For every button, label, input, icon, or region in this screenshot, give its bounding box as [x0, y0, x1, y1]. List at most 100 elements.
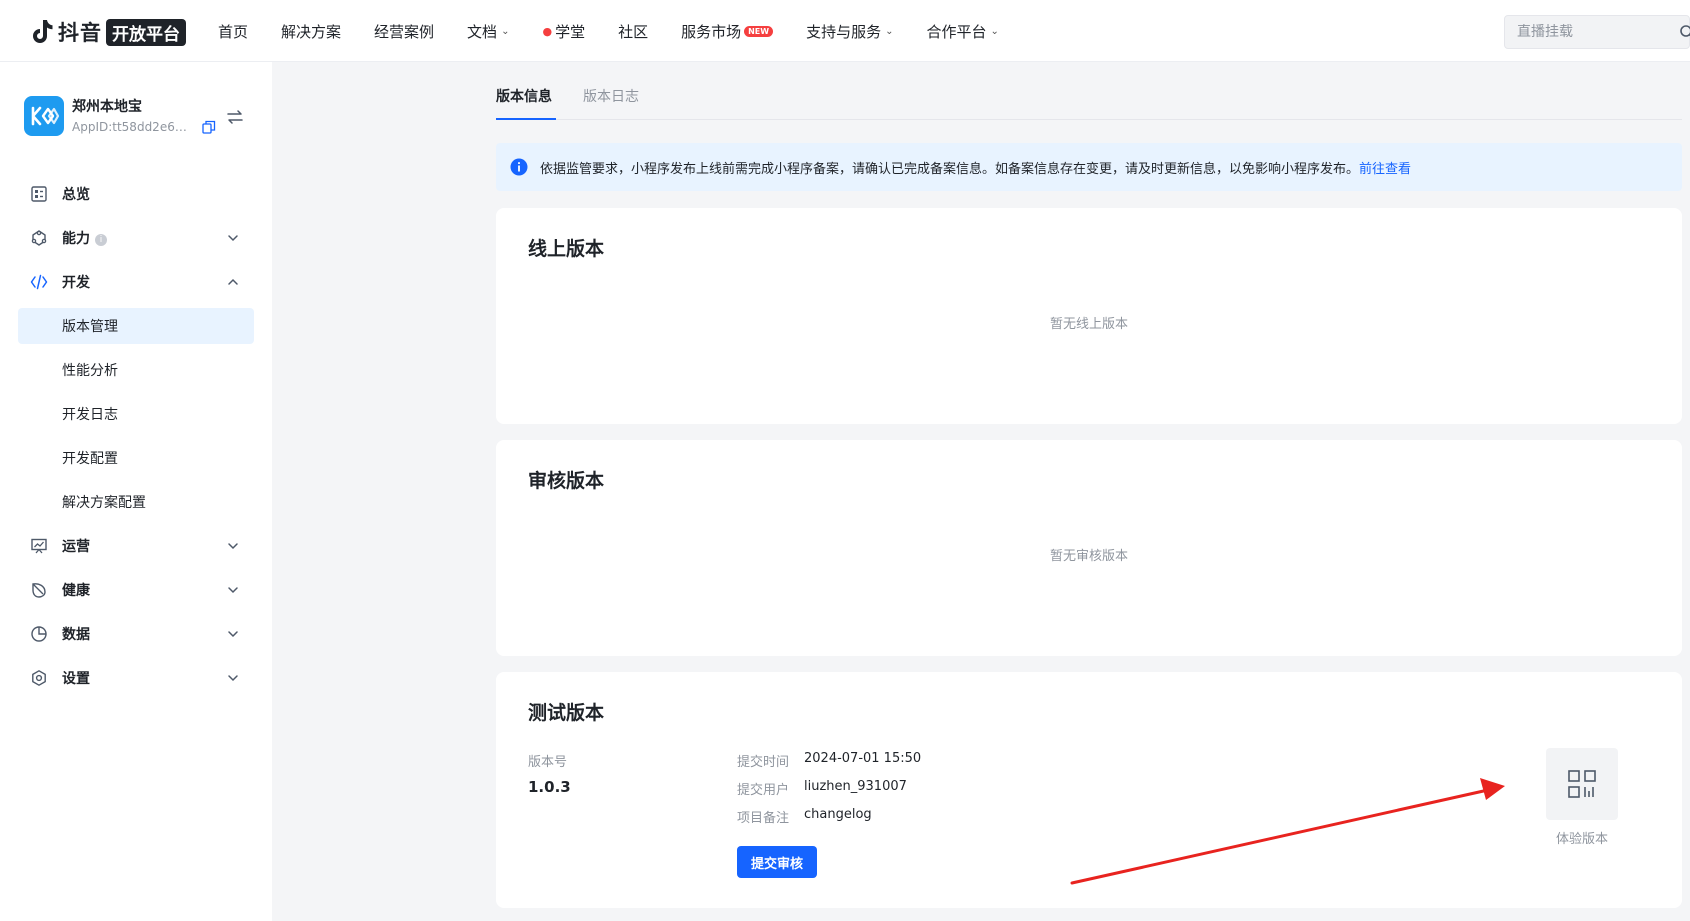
logo-badge: 开放平台 [106, 18, 186, 46]
info-icon [510, 158, 528, 176]
code-icon [30, 274, 48, 290]
nav-item-label: 社区 [618, 22, 649, 41]
nav-item-label: 解决方案 [281, 22, 342, 41]
submit-user-value: liuzhen_931007 [804, 779, 907, 794]
card-title: 测试版本 [528, 702, 605, 724]
remark-label: 项目备注 [737, 811, 790, 826]
sidebar-subitem-performance[interactable]: 性能分析 [18, 352, 254, 388]
search-icon[interactable] [1679, 24, 1690, 40]
sidebar-item-label: 能力 i [62, 228, 107, 248]
search-box[interactable] [1504, 15, 1690, 49]
test-version-card: 测试版本 版本号 1.0.3 提交时间 2024-07-01 15:50 提交用… [496, 672, 1682, 908]
chevron-down-icon [228, 543, 238, 550]
search-input[interactable] [1517, 24, 1667, 40]
gear-icon [32, 670, 46, 686]
sidebar-subitem-label: 版本管理 [62, 319, 118, 335]
version-label: 版本号 [528, 755, 568, 770]
chevron-down-icon: ⌄ [885, 25, 894, 37]
nav-item-7[interactable]: 支持与服务 ⌄ [806, 21, 893, 42]
card-title: 线上版本 [528, 238, 605, 260]
nav-item-6[interactable]: 服务市场 NEW [681, 21, 774, 42]
chevron-down-icon [228, 631, 238, 638]
submit-time-label: 提交时间 [737, 755, 790, 770]
chevron-down-icon: ⌄ [501, 25, 510, 37]
new-badge: NEW [744, 25, 774, 37]
chart-board-icon [31, 538, 47, 554]
filing-notice: 依据监管要求，小程序发布上线前需完成小程序备案，请确认已完成备案信息。如备案信息… [496, 143, 1682, 191]
version-tabs: 版本信息 版本日志 [496, 78, 1682, 120]
qr-caption: 体验版本 [1555, 832, 1608, 847]
sidebar-item-label: 数据 [62, 627, 90, 643]
nav-item-label: 支持与服务 [806, 22, 882, 41]
card-title: 审核版本 [528, 470, 605, 492]
remark-value: changelog [804, 807, 872, 822]
nav-item-3[interactable]: 文档 ⌄ [467, 21, 509, 42]
sidebar-item-label: 开发 [62, 275, 90, 291]
douyin-note-icon [33, 20, 53, 43]
nav-item-1[interactable]: 解决方案 [281, 21, 341, 42]
sidebar: 郑州本地宝 AppID:tt58dd2e60c7... 总览 [0, 62, 272, 921]
nav-item-8[interactable]: 合作平台 ⌄ [927, 21, 999, 42]
logo-text: 抖音 [58, 21, 102, 45]
fire-icon: ● [542, 24, 553, 38]
ability-icon [31, 230, 47, 246]
qr-code-button[interactable] [1546, 748, 1618, 820]
empty-text: 暂无审核版本 [1049, 549, 1128, 564]
notice-link[interactable]: 前往查看 [1359, 162, 1411, 177]
review-version-card: 审核版本 暂无审核版本 [496, 440, 1682, 656]
sidebar-subitem-label: 解决方案配置 [62, 495, 146, 511]
sidebar-item-label: 运营 [62, 539, 90, 555]
empty-text: 暂无线上版本 [1049, 317, 1128, 332]
sidebar-item-ops[interactable]: 运营 [18, 528, 254, 564]
qr-code-icon [1568, 770, 1596, 798]
app-id: AppID:tt58dd2e60c7... [72, 120, 190, 134]
sidebar-item-data[interactable]: 数据 [18, 616, 254, 652]
nav-item-label: 经营案例 [374, 22, 435, 41]
health-icon [32, 583, 46, 598]
nav-item-label: 文档 [467, 22, 498, 41]
app-card: 郑州本地宝 AppID:tt58dd2e60c7... [24, 94, 254, 144]
nav-item-label: 合作平台 [926, 22, 987, 41]
sidebar-subitem-dev-log[interactable]: 开发日志 [18, 396, 254, 432]
sidebar-item-label: 总览 [62, 187, 90, 203]
sidebar-item-label: 设置 [62, 671, 90, 687]
sidebar-subitem-label: 性能分析 [62, 363, 118, 379]
douyin-logo[interactable]: 抖音 开放平台 [30, 17, 186, 47]
online-version-card: 线上版本 暂无线上版本 [496, 208, 1682, 424]
info-icon[interactable]: i [95, 234, 107, 246]
nav-item-label: 服务市场 [681, 22, 742, 41]
sidebar-item-ability[interactable]: 能力 i [18, 220, 254, 256]
nav-item-label: 学堂 [555, 22, 586, 41]
nav-item-0[interactable]: 首页 [218, 21, 248, 42]
sidebar-item-settings[interactable]: 设置 [18, 660, 254, 696]
version-number: 1.0.3 [528, 778, 571, 796]
submit-time-value: 2024-07-01 15:50 [804, 751, 922, 766]
tab-version-log[interactable]: 版本日志 [583, 86, 639, 106]
sidebar-item-dev[interactable]: 开发 [18, 264, 254, 300]
active-tab-indicator [496, 118, 556, 120]
sidebar-subitem-label: 开发配置 [62, 451, 118, 467]
sidebar-item-overview[interactable]: 总览 [18, 176, 254, 212]
nav-item-4[interactable]: ● 学堂 [542, 21, 585, 42]
nav-item-label: 首页 [218, 22, 249, 41]
notice-text: 依据监管要求，小程序发布上线前需完成小程序备案，请确认已完成备案信息。如备案信息… [540, 162, 1412, 177]
submit-review-button[interactable]: 提交审核 [737, 846, 817, 878]
nav-item-2[interactable]: 经营案例 [374, 21, 434, 42]
nav-item-5[interactable]: 社区 [618, 21, 648, 42]
copy-icon[interactable] [202, 120, 216, 134]
sidebar-menu: 总览 能力 i 开发 版本管理 性能分析 开发日志 开发配置 解决方案配置 运营… [18, 176, 254, 704]
pie-chart-icon [31, 626, 47, 642]
main-nav: 首页 解决方案 经营案例 文档 ⌄ ● 学堂 社区 服务市场 NEW 支持与服务 ⌄ 合作平台 ⌄ [218, 0, 1032, 62]
sidebar-subitem-version-manage[interactable]: 版本管理 [18, 308, 254, 344]
switch-app-icon[interactable] [226, 108, 244, 126]
app-logo-icon [31, 106, 59, 126]
app-logo [24, 96, 64, 136]
sidebar-subitem-solution-config[interactable]: 解决方案配置 [18, 484, 254, 520]
sidebar-subitem-dev-config[interactable]: 开发配置 [18, 440, 254, 476]
submit-user-label: 提交用户 [737, 783, 790, 798]
app-name: 郑州本地宝 [72, 99, 142, 115]
chevron-down-icon [228, 235, 238, 242]
overview-icon [31, 186, 47, 202]
tab-version-info[interactable]: 版本信息 [496, 86, 552, 106]
sidebar-item-health[interactable]: 健康 [18, 572, 254, 608]
